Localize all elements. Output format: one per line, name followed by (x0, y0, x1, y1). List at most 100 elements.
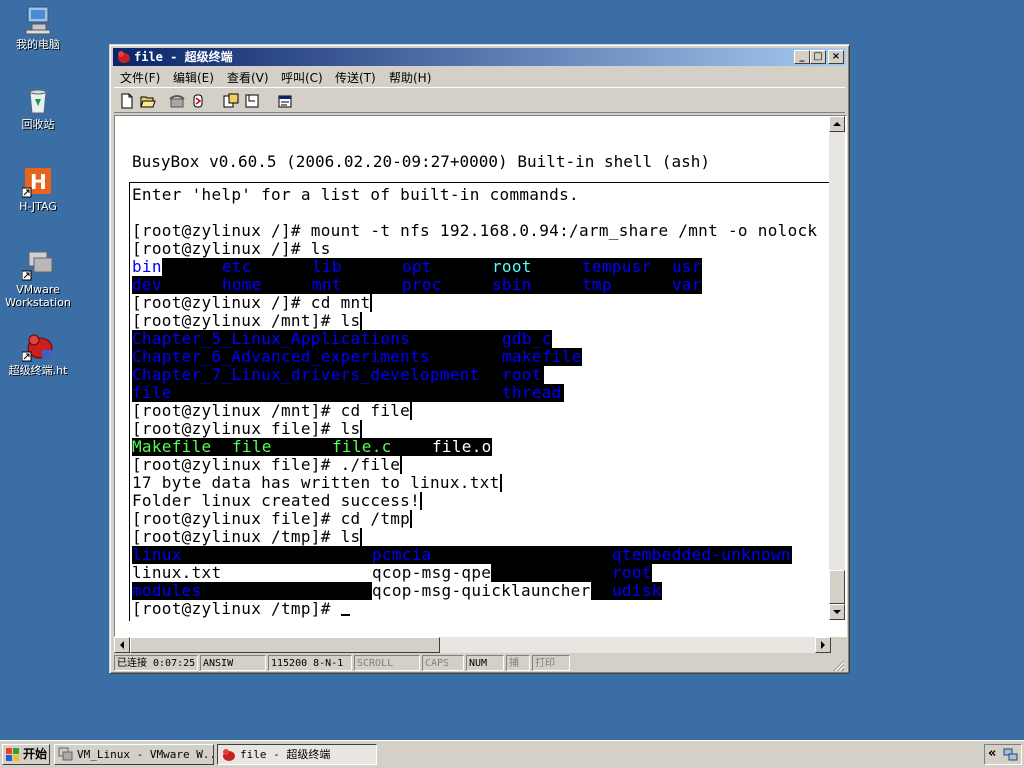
command-line: [root@zylinux file]# ls (132, 419, 361, 438)
dir-entry: modules (132, 581, 202, 600)
dir-entry: pcmcia (372, 545, 432, 564)
capture-indicator: 捕 (506, 655, 530, 671)
command-line: [root@zylinux /mnt]# cd file (132, 401, 411, 420)
desktop-icon-h-jtag[interactable]: H H-JTAG (0, 166, 76, 213)
maximize-button[interactable]: □ (810, 50, 826, 64)
network-icon[interactable] (1003, 747, 1018, 765)
desktop-icon-hyperterminal[interactable]: 超级终端.ht (0, 330, 76, 377)
output-line: 17 byte data has written to linux.txt (132, 473, 500, 492)
dir-entry: var (672, 275, 702, 294)
connection-time: 已连接 0:07:25 (114, 655, 198, 671)
desktop-icon-vmware[interactable]: VMware Workstation (0, 249, 76, 309)
task-vmware[interactable]: VM_Linux - VMware W... (54, 744, 214, 765)
menu-help[interactable]: 帮助(H) (389, 69, 431, 86)
scroll-lock-indicator: SCROLL (354, 655, 420, 671)
dir-entry: lib (312, 257, 342, 276)
command-prompt: [root@zylinux /tmp]# (132, 599, 341, 618)
start-button[interactable]: 开始 (2, 744, 50, 765)
vertical-scrollbar[interactable] (829, 116, 845, 620)
scroll-right-button[interactable] (815, 637, 831, 653)
ls-row: Chapter_5_Linux_Applications gdb_c (132, 330, 552, 348)
send-icon[interactable] (220, 90, 241, 110)
taskbar: 开始 VM_Linux - VMware W... file - 超级终端 « (0, 740, 1024, 768)
receive-icon[interactable] (241, 90, 262, 110)
hyperterminal-window: file - 超级终端 _ □ × 文件(F) 编辑(E) 查看(V) 呼叫(C… (109, 44, 850, 674)
scroll-up-button[interactable] (829, 116, 845, 132)
print-indicator: 打印 (532, 655, 570, 671)
ls-row: modules qcop-msg-quicklauncher udisk (132, 582, 662, 600)
ls-row: file thread (132, 384, 564, 402)
new-icon[interactable] (116, 90, 137, 110)
scroll-thumb[interactable] (130, 637, 440, 653)
command-line: [root@zylinux /]# mount -t nfs 192.168.0… (132, 221, 818, 240)
menu-edit[interactable]: 编辑(E) (173, 69, 214, 86)
exec-entry: file.c (332, 437, 392, 456)
minimize-button[interactable]: _ (794, 50, 810, 64)
file-entry: qcop-msg-qpe (372, 563, 492, 582)
menu-file[interactable]: 文件(F) (120, 69, 160, 86)
tray-chevron-icon[interactable]: « (988, 746, 996, 761)
dir-entry: linux (132, 545, 182, 564)
ls-row: bin etc lib opt root tempusr usr (132, 258, 702, 276)
system-tray: « (984, 744, 1022, 765)
ls-row: Chapter_7_Linux_drivers_development root (132, 366, 544, 384)
ls-row: Makefile file file.c file.o (132, 438, 492, 456)
dir-entry: thread (502, 383, 562, 402)
help-text: Enter 'help' for a list of built-in comm… (132, 185, 579, 204)
busybox-banner: BusyBox v0.60.5 (2006.02.20-09:27+0000) … (132, 152, 710, 171)
dir-entry: bin (132, 257, 162, 276)
close-button[interactable]: × (828, 50, 844, 64)
disconnect-icon[interactable] (187, 90, 208, 110)
dir-entry: mnt (312, 275, 342, 294)
command-line: [root@zylinux file]# cd /tmp (132, 509, 411, 528)
terminal-output[interactable]: Enter 'help' for a list of built-in comm… (129, 182, 830, 621)
menu-view[interactable]: 查看(V) (227, 69, 269, 86)
hyperterminal-icon (221, 747, 236, 764)
dir-entry: tmp (582, 275, 612, 294)
terminal-line: [root@zylinux /]# mount -t nfs 192.168.0… (132, 222, 817, 240)
desktop-icon-label: 超级终端.ht (8, 364, 68, 377)
terminal-frame: BusyBox v0.60.5 (2006.02.20-09:27+0000) … (114, 115, 847, 637)
horizontal-scrollbar[interactable] (114, 637, 831, 653)
dir-entry: udisk (612, 581, 662, 600)
dir-entry: etc (222, 257, 252, 276)
scroll-down-button[interactable] (829, 604, 845, 620)
dir-entry: tempusr (582, 257, 652, 276)
desktop-icon-my-computer[interactable]: 我的电脑 (0, 4, 76, 51)
resize-grip-icon[interactable] (831, 658, 845, 672)
menu-bar: 文件(F) 编辑(E) 查看(V) 呼叫(C) 传送(T) 帮助(H) (114, 67, 845, 86)
dir-entry: dev (132, 275, 162, 294)
open-icon[interactable] (137, 90, 158, 110)
computer-icon (22, 4, 54, 36)
scroll-thumb[interactable] (829, 570, 845, 604)
ls-row: dev home mnt proc sbin tmp var (132, 276, 702, 294)
desktop-icon-recycle-bin[interactable]: 回收站 (0, 84, 76, 131)
task-hyperterminal[interactable]: file - 超级终端 (217, 744, 377, 765)
properties-icon[interactable] (274, 90, 295, 110)
dir-entry: sbin (492, 275, 532, 294)
task-label: file - 超级终端 (240, 748, 331, 761)
hyperterminal-icon (115, 49, 131, 65)
desktop-icon-label: 回收站 (21, 118, 55, 131)
output-line: Folder linux created success! (132, 491, 421, 510)
dir-entry: qtembedded-unknown (612, 545, 791, 564)
ls-row: linux pcmcia qtembedded-unknown (132, 546, 792, 564)
ls-row: linux.txt qcop-msg-qpe root (132, 564, 652, 582)
menu-transfer[interactable]: 传送(T) (335, 69, 376, 86)
vmware-icon (58, 747, 73, 764)
terminal-line: Enter 'help' for a list of built-in comm… (132, 186, 579, 204)
exec-entry: Makefile (132, 437, 212, 456)
num-lock-indicator: NUM (466, 655, 504, 671)
dir-entry: usr (672, 257, 702, 276)
dir-entry: opt (402, 257, 432, 276)
dir-entry: gdb_c (502, 329, 552, 348)
title-bar[interactable]: file - 超级终端 _ □ × (113, 48, 846, 66)
command-line: [root@zylinux /]# cd mnt (132, 293, 371, 312)
scroll-left-button[interactable] (114, 637, 130, 653)
h-jtag-icon: H (21, 166, 54, 198)
call-icon[interactable] (166, 90, 187, 110)
dir-entry: Chapter_6_Advanced_experiments (132, 347, 430, 366)
dir-entry: file (132, 383, 172, 402)
menu-call[interactable]: 呼叫(C) (281, 69, 323, 86)
svg-text:H: H (30, 170, 47, 194)
